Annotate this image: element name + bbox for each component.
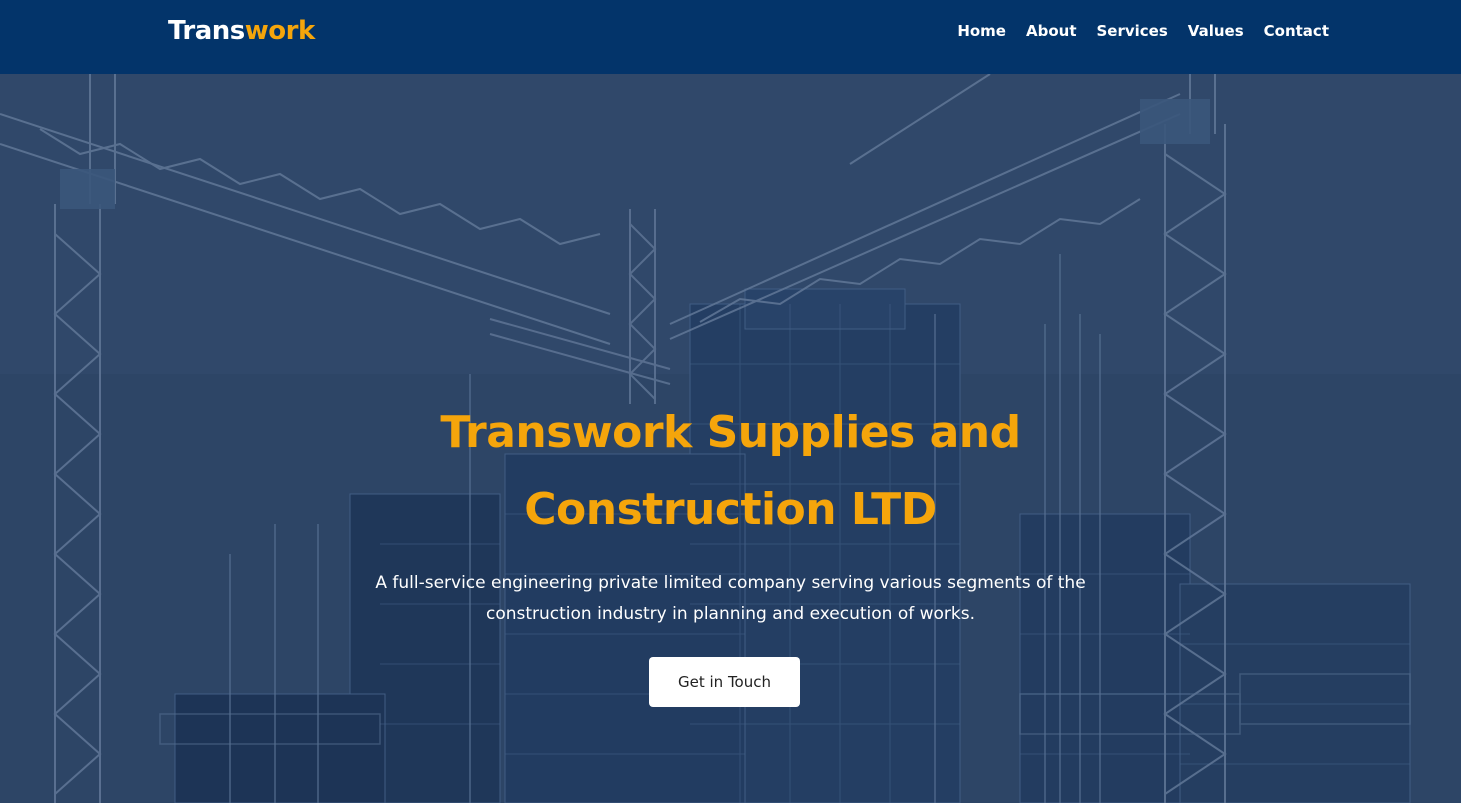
site-logo[interactable]: Transwork bbox=[168, 16, 315, 46]
nav-link-values[interactable]: Values bbox=[1188, 22, 1244, 40]
nav-link-services[interactable]: Services bbox=[1097, 22, 1168, 40]
get-in-touch-button[interactable]: Get in Touch bbox=[649, 657, 800, 707]
hero-title: Transwork Supplies and Construction LTD bbox=[421, 394, 1041, 548]
hero-section: Transwork Supplies and Construction LTD … bbox=[0, 74, 1461, 803]
logo-primary-text: Trans bbox=[168, 16, 245, 46]
hero-content: Transwork Supplies and Construction LTD … bbox=[0, 394, 1461, 707]
nav-link-about[interactable]: About bbox=[1026, 22, 1077, 40]
hero-subtitle: A full-service engineering private limit… bbox=[375, 573, 1086, 624]
hero-title-line1: Transwork Supplies and bbox=[440, 407, 1021, 458]
top-navbar: Transwork Home About Services Values Con… bbox=[0, 0, 1461, 74]
hero-title-line2: Construction LTD bbox=[524, 484, 937, 535]
nav-link-home[interactable]: Home bbox=[957, 22, 1006, 40]
main-nav: Home About Services Values Contact bbox=[957, 22, 1329, 40]
nav-link-contact[interactable]: Contact bbox=[1264, 22, 1329, 40]
logo-accent-text: work bbox=[244, 16, 316, 46]
